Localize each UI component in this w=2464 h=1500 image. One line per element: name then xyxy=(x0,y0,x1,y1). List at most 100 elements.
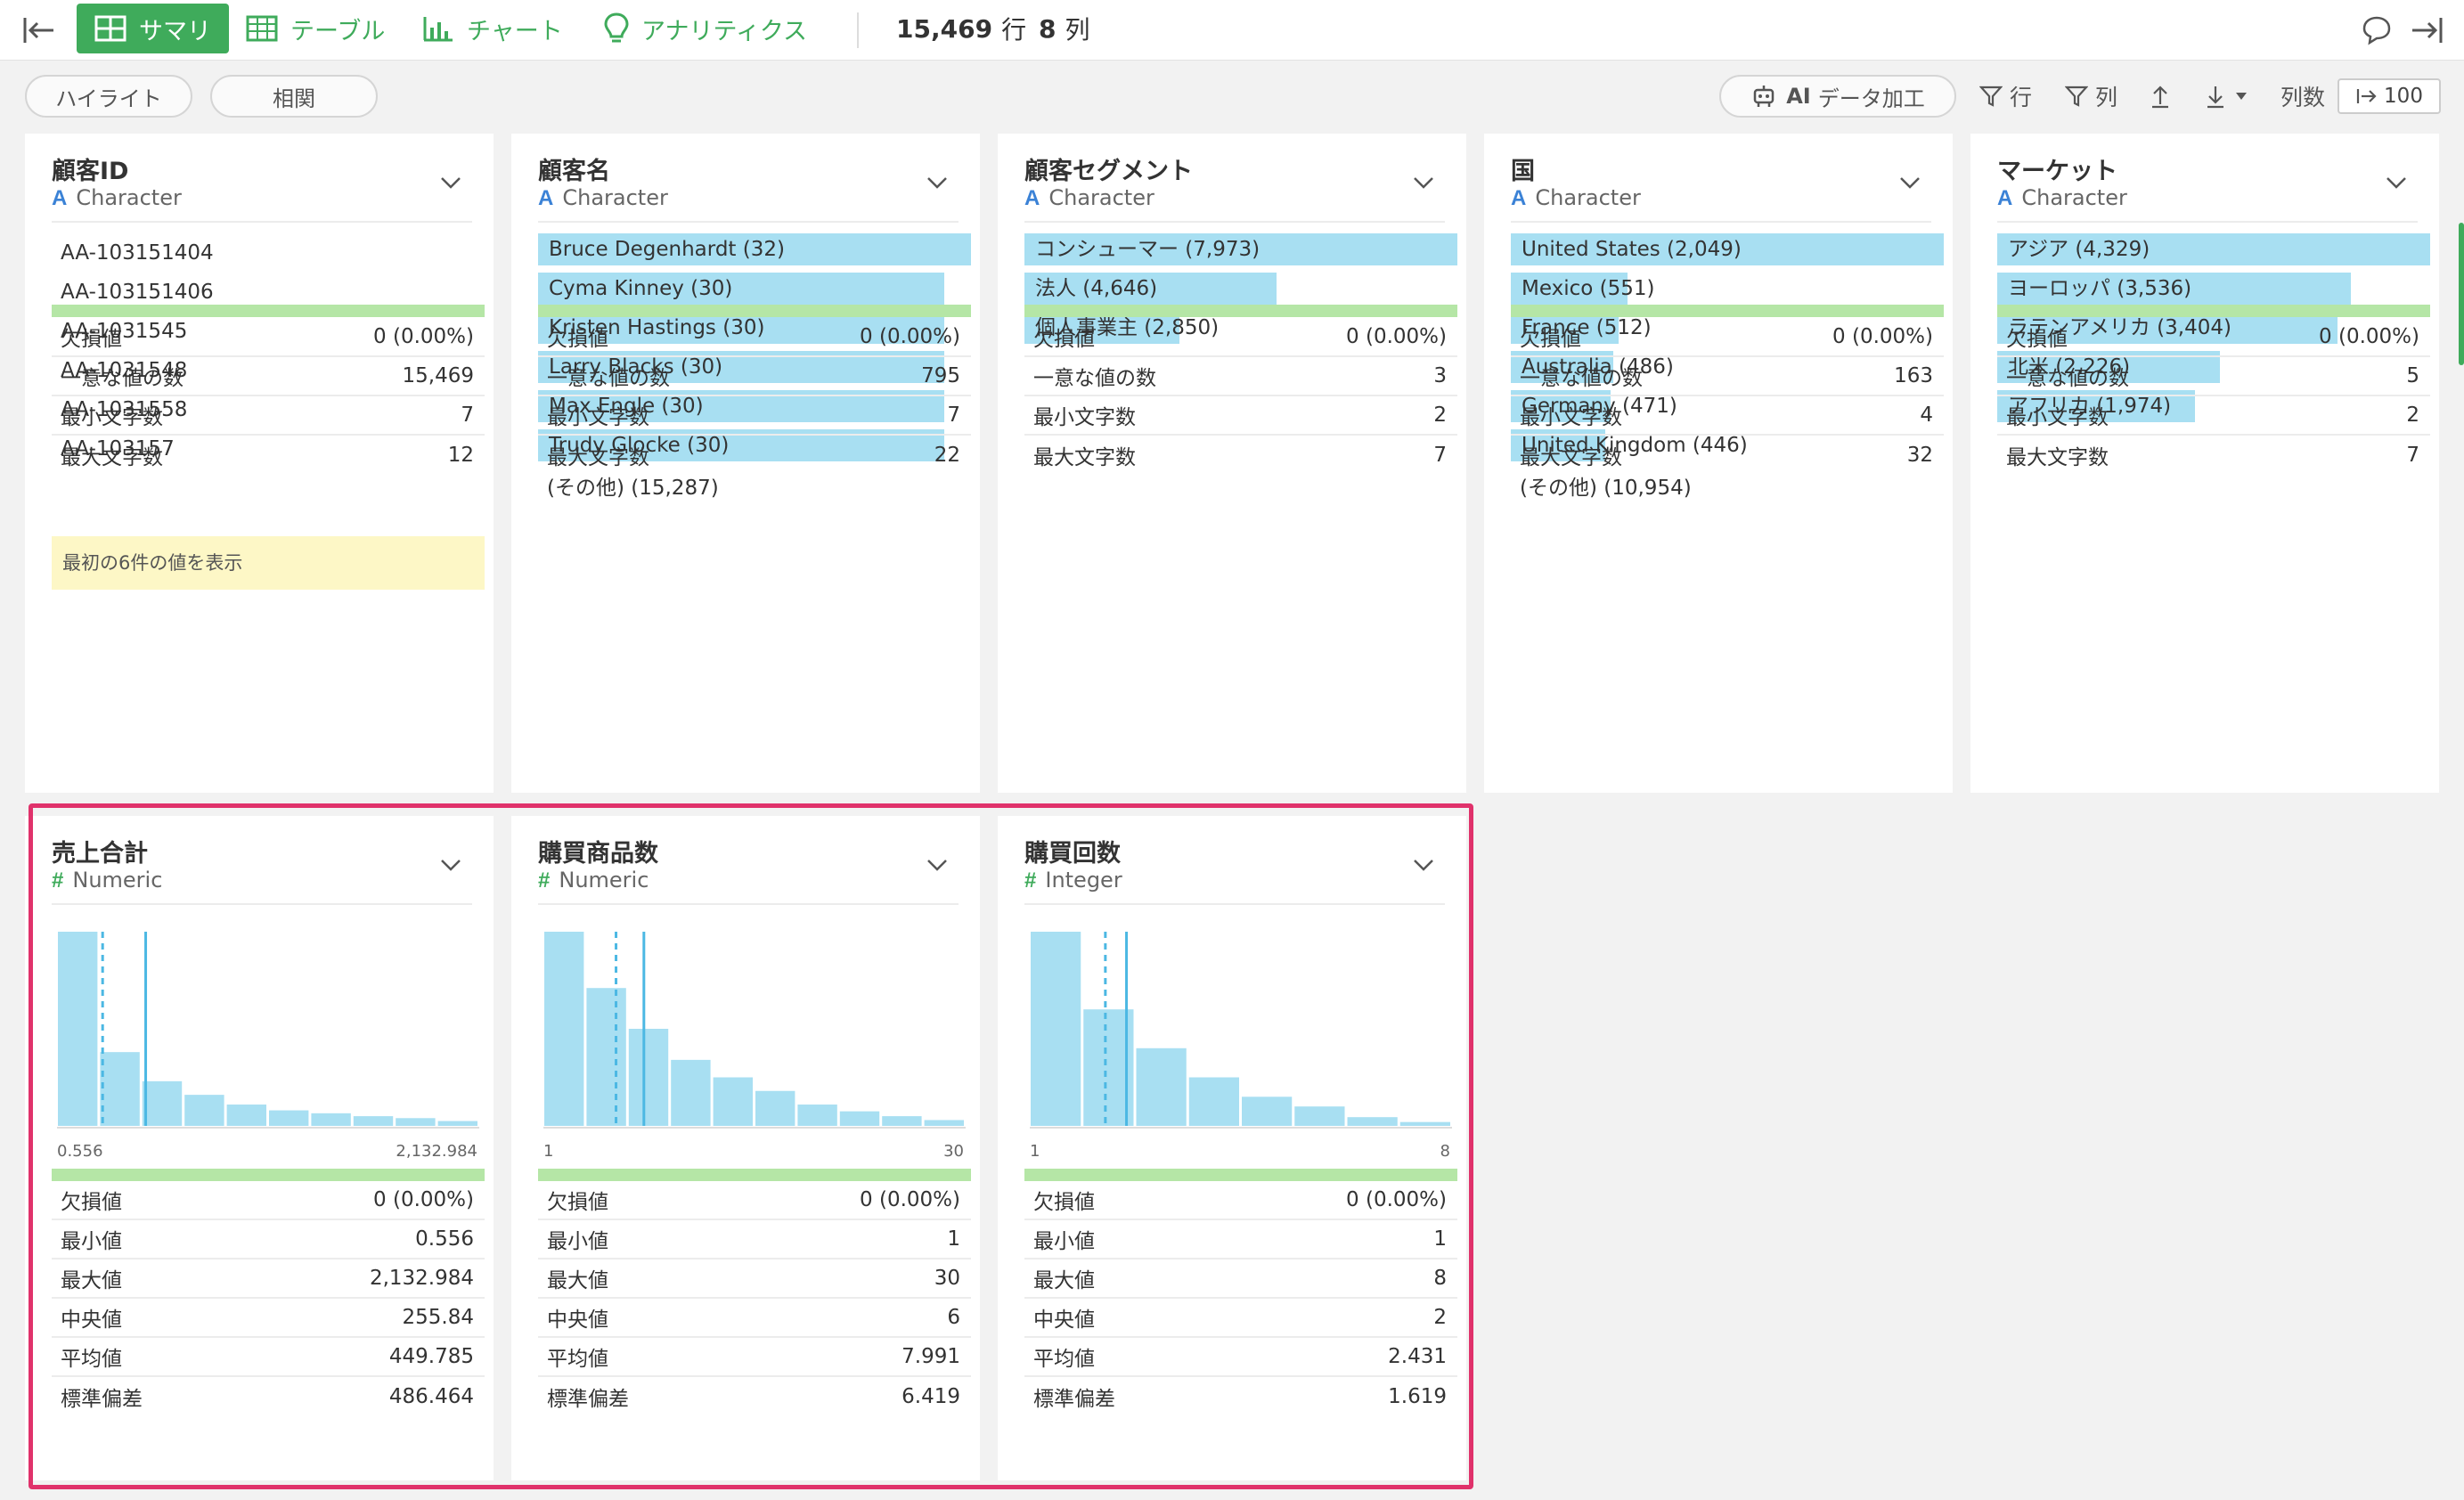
axis-min-label: 1 xyxy=(1030,1142,1040,1161)
correlation-button[interactable]: 相関 xyxy=(210,75,378,118)
stat-label: 標準偏差 xyxy=(61,1388,143,1411)
stat-value: 7 xyxy=(947,404,960,427)
chevron-down-icon[interactable] xyxy=(1411,857,1436,873)
stat-value: 2.431 xyxy=(1388,1345,1447,1368)
stat-row: 欠損値 0 (0.00%) xyxy=(1511,318,1944,357)
chevron-down-icon[interactable] xyxy=(925,857,950,873)
column-header[interactable]: 売上合計 # Numeric xyxy=(52,834,472,905)
histogram-bar[interactable] xyxy=(311,1113,351,1126)
histogram-bar[interactable] xyxy=(713,1077,753,1127)
comment-icon[interactable] xyxy=(2359,12,2395,48)
value-bar-row[interactable]: 法人 (4,646) xyxy=(1024,273,1457,305)
histogram-bar[interactable] xyxy=(1294,1106,1345,1126)
histogram-bar[interactable] xyxy=(396,1118,436,1126)
histogram-bar[interactable] xyxy=(437,1121,477,1126)
histogram-bar[interactable] xyxy=(226,1105,266,1126)
scrollbar-thumb[interactable] xyxy=(2459,223,2464,365)
divider xyxy=(857,12,859,48)
chevron-down-icon[interactable] xyxy=(438,857,463,873)
histogram-bar[interactable] xyxy=(1136,1048,1187,1126)
chevron-down-icon[interactable] xyxy=(1411,175,1436,191)
value-bar-row[interactable]: アジア (4,329) xyxy=(1997,233,2430,265)
histogram-bar[interactable] xyxy=(1031,932,1081,1126)
column-header[interactable]: 顧客セグメント A Character xyxy=(1024,151,1445,223)
column-header[interactable]: 国 A Character xyxy=(1511,151,1931,223)
value-bar-row[interactable]: Cyma Kinney (30) xyxy=(538,273,971,305)
stat-row: 最大文字数 22 xyxy=(538,436,971,475)
histogram-bar[interactable] xyxy=(797,1105,837,1126)
chevron-down-icon[interactable] xyxy=(2384,175,2409,191)
histogram-bar[interactable] xyxy=(755,1090,795,1126)
histogram-bar[interactable] xyxy=(1347,1117,1398,1126)
histogram-bar[interactable] xyxy=(544,932,584,1126)
value-bar-row[interactable]: Bruce Degenhardt (32) xyxy=(538,233,971,265)
download-button[interactable] xyxy=(2204,78,2256,114)
value-bar-row[interactable]: ヨーロッパ (3,536) xyxy=(1997,273,2430,305)
column-count-unit: 列 xyxy=(1065,15,1090,45)
histogram-bar[interactable] xyxy=(353,1116,394,1126)
value-bar-row[interactable]: Mexico (551) xyxy=(1511,273,1944,305)
highlight-button[interactable]: ハイライト xyxy=(25,75,192,118)
stat-value: 0 (0.00%) xyxy=(373,325,474,348)
stat-row: 一意な値の数 15,469 xyxy=(52,357,485,396)
tab-analytics[interactable]: アナリティクス xyxy=(604,4,807,53)
columns-count-input[interactable]: 100 xyxy=(2338,78,2441,114)
histogram[interactable] xyxy=(538,930,971,1133)
histogram-bar[interactable] xyxy=(100,1052,140,1126)
chevron-down-icon[interactable] xyxy=(925,175,950,191)
value-bar-row[interactable]: United States (2,049) xyxy=(1511,233,1944,265)
histogram-bar[interactable] xyxy=(882,1116,922,1126)
tab-table[interactable]: テーブル xyxy=(246,4,385,53)
stat-label: 最大文字数 xyxy=(547,446,649,469)
filter-rows-button[interactable]: 行 xyxy=(1979,78,2032,114)
stat-row: 一意な値の数 5 xyxy=(1997,357,2430,396)
column-header[interactable]: 顧客名 A Character xyxy=(538,151,959,223)
filter-columns-button[interactable]: 列 xyxy=(2065,78,2117,114)
missing-values-bar xyxy=(52,305,485,317)
histogram-bar[interactable] xyxy=(1188,1077,1239,1127)
stat-row: 最大値 2,132.984 xyxy=(52,1260,485,1299)
histogram-bar[interactable] xyxy=(184,1095,224,1126)
stat-value: 15,469 xyxy=(402,364,474,387)
column-type: A Character xyxy=(52,185,182,211)
tab-chart[interactable]: チャート xyxy=(422,4,563,53)
chevron-down-icon[interactable] xyxy=(1897,175,1922,191)
histogram-bar[interactable] xyxy=(628,1029,669,1126)
column-card: 売上合計 # Numeric 0.556 2,132.984 欠損値 0 (0.00%) 最小… xyxy=(25,816,494,1480)
missing-values-bar xyxy=(1024,305,1457,317)
histogram-bar[interactable] xyxy=(142,1080,183,1126)
collapse-right-icon[interactable] xyxy=(2409,12,2444,48)
column-header[interactable]: 顧客ID A Character xyxy=(52,151,472,223)
histogram-bar[interactable] xyxy=(924,1120,964,1126)
histogram-bar[interactable] xyxy=(1399,1121,1450,1126)
column-header[interactable]: 購買回数 # Integer xyxy=(1024,834,1445,905)
upload-button[interactable] xyxy=(2149,78,2179,114)
column-header[interactable]: 購買商品数 # Numeric xyxy=(538,834,959,905)
histogram[interactable] xyxy=(1024,930,1457,1133)
stat-label: 一意な値の数 xyxy=(2006,367,2129,390)
axis-max-label: 8 xyxy=(1440,1142,1450,1161)
histogram-bar[interactable] xyxy=(586,988,626,1126)
histogram-bar[interactable] xyxy=(839,1111,880,1126)
first-values-note: 最初の6件の値を表示 xyxy=(52,536,485,590)
column-name: 購買回数 xyxy=(1024,840,1121,868)
chevron-down-icon[interactable] xyxy=(438,175,463,191)
column-header[interactable]: マーケット A Character xyxy=(1997,151,2418,223)
column-count-value: 8 xyxy=(1039,13,1057,44)
stat-label: 欠損値 xyxy=(61,1191,122,1214)
histogram-bar[interactable] xyxy=(58,932,98,1126)
histogram-bar[interactable] xyxy=(269,1110,309,1126)
histogram-bar[interactable] xyxy=(671,1059,711,1126)
column-type: # Numeric xyxy=(538,868,649,893)
histogram-bar[interactable] xyxy=(1242,1096,1293,1126)
row-count: 15,469 行 xyxy=(896,11,1026,46)
histogram[interactable] xyxy=(52,930,485,1133)
robot-icon xyxy=(1753,86,1775,107)
stat-label: 最大文字数 xyxy=(61,446,163,469)
character-type-icon: A xyxy=(538,186,554,210)
tab-summary[interactable]: サマリ xyxy=(77,4,229,53)
collapse-left-icon[interactable] xyxy=(21,12,57,48)
stat-label: 平均値 xyxy=(61,1348,122,1371)
ai-data-processing-button[interactable]: AI データ加工 xyxy=(1719,75,1956,118)
value-bar-row[interactable]: コンシューマー (7,973) xyxy=(1024,233,1457,265)
